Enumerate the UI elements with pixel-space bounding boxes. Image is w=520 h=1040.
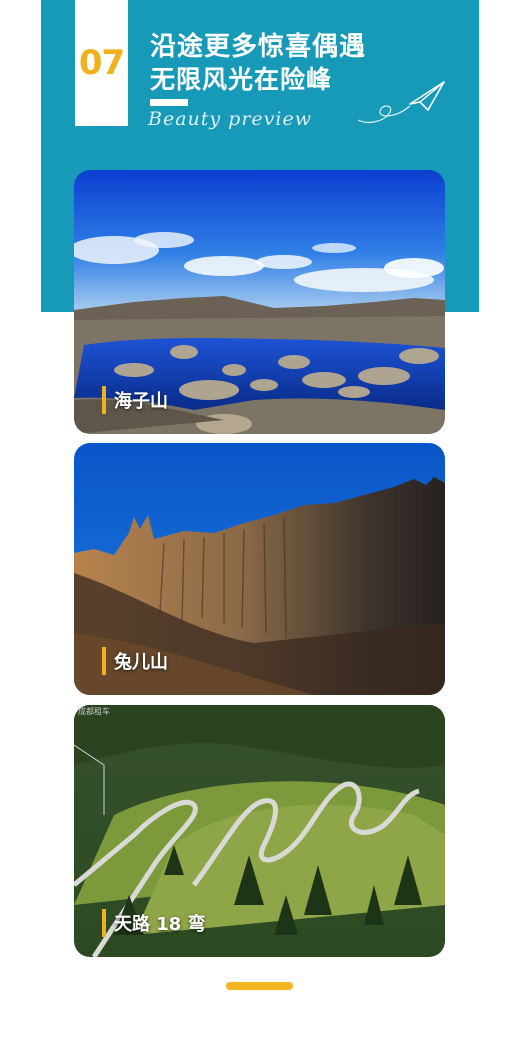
card-label-text: 海子山: [114, 391, 168, 412]
watermark: 成都租车: [78, 707, 110, 716]
card-label-text: 兔儿山: [114, 652, 168, 673]
section-number: 07: [78, 43, 125, 83]
page-indicator: [226, 982, 293, 990]
label-accent-bar: [102, 909, 106, 937]
section-title-line1: 沿途更多惊喜偶遇: [150, 32, 367, 62]
section-number-badge: 07: [75, 0, 128, 126]
card-label: 天路 18 弯: [102, 909, 206, 937]
title-underline: [150, 99, 188, 106]
label-accent-bar: [102, 386, 106, 414]
section-subtitle: Beauty preview: [148, 108, 312, 130]
photo-card-tuer-mountain[interactable]: 兔儿山: [74, 443, 445, 695]
label-accent-bar: [102, 647, 106, 675]
section-title-line2: 无限风光在险峰: [150, 65, 333, 94]
photo-card-tianlu-18-bends[interactable]: 成都租车 天路 18 弯: [74, 705, 445, 957]
card-label: 海子山: [102, 386, 168, 414]
paper-plane-icon: [357, 81, 445, 124]
photo-card-haizi-mountain[interactable]: 海子山: [74, 170, 445, 434]
card-label-text: 天路 18 弯: [114, 914, 206, 935]
card-label: 兔儿山: [102, 647, 168, 675]
